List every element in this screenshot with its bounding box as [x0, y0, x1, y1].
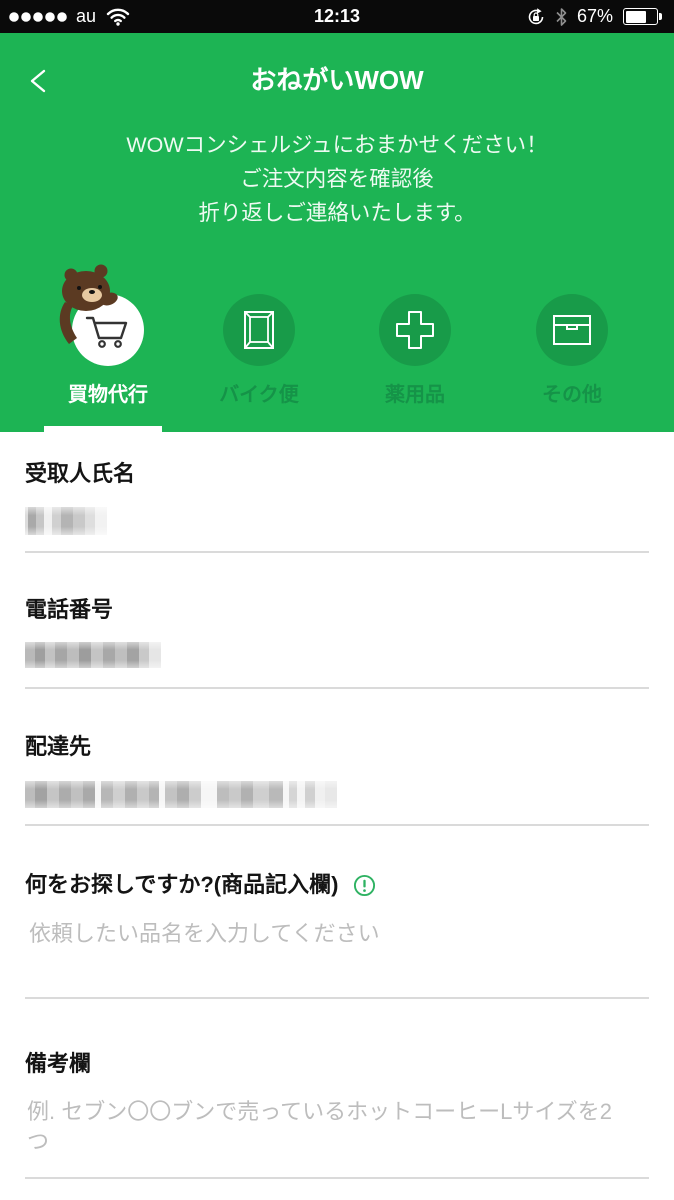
phone-number-field: 電話番号 [0, 597, 674, 727]
tab-icon-circle [379, 294, 451, 366]
item-request-label-row: 何をお探しですか?(商品記入欄) [25, 872, 376, 898]
tab-shopping-proxy[interactable]: 買物代行 [48, 290, 168, 426]
shopping-cart-icon [85, 316, 128, 348]
tab-bike-delivery[interactable]: バイク便 [199, 290, 319, 426]
medical-cross-icon [396, 311, 434, 349]
tab-label: 薬用品 [385, 384, 445, 406]
delivery-address-input[interactable] [25, 768, 649, 822]
tab-medicine[interactable]: 薬用品 [355, 290, 475, 426]
active-tab-indicator [44, 426, 162, 432]
tab-label: 買物代行 [68, 384, 148, 406]
phone-number-input[interactable] [25, 631, 649, 685]
header-description-line: WOWコンシェルジュにおまかせください！ [126, 133, 548, 157]
divider [25, 997, 649, 999]
app-screen: au 12:13 67% おねがいWOW WOWコンシェルジュにおまかせください… [0, 0, 674, 1200]
header: おねがいWOW WOWコンシェルジュにおまかせください！ ご注文内容を確認後 折… [0, 33, 674, 432]
envelope-icon [244, 311, 274, 349]
recipient-name-field: 受取人氏名 [0, 461, 674, 591]
battery-percent: 67% [577, 6, 614, 26]
divider [25, 687, 649, 689]
recipient-name-input[interactable] [25, 495, 649, 549]
clock-time: 12:13 [313, 6, 361, 26]
divider [25, 551, 649, 553]
status-bar: au 12:13 67% [0, 0, 674, 33]
battery-terminal [659, 13, 662, 20]
notes-field: 備考欄 [0, 1051, 674, 1181]
item-request-label: 何をお探しですか?(商品記入欄) [25, 872, 339, 897]
redacted-value [25, 507, 107, 535]
tab-icon-circle [536, 294, 608, 366]
delivery-address-label: 配達先 [25, 734, 92, 759]
recipient-name-label: 受取人氏名 [25, 461, 136, 486]
divider [25, 1177, 649, 1179]
header-description-line: 折り返しご連絡いたします。 [198, 201, 476, 225]
notes-label: 備考欄 [25, 1051, 92, 1076]
divider [25, 824, 649, 826]
header-description-line: ご注文内容を確認後 [240, 167, 434, 191]
tab-icon-circle [72, 294, 144, 366]
page-title: おねがいWOW [250, 65, 424, 95]
item-request-input[interactable] [25, 920, 645, 990]
box-icon [553, 315, 591, 345]
exclamation-circle-icon[interactable] [353, 874, 376, 897]
redacted-value [25, 642, 161, 668]
tab-label: バイク便 [219, 384, 299, 406]
notes-input[interactable] [25, 1097, 631, 1173]
phone-number-label: 電話番号 [25, 597, 114, 622]
tab-icon-circle [223, 294, 295, 366]
bluetooth-icon [556, 8, 567, 26]
battery-level-fill [625, 10, 646, 23]
header-description: WOWコンシェルジュにおまかせください！ ご注文内容を確認後 折り返しご連絡いた… [0, 128, 674, 230]
item-request-field: 何をお探しですか?(商品記入欄) [0, 872, 674, 1002]
rotation-lock-icon [528, 8, 544, 25]
delivery-address-field: 配達先 [0, 734, 674, 864]
redacted-value [25, 781, 337, 808]
tab-label: その他 [542, 384, 602, 406]
tab-other[interactable]: その他 [512, 290, 632, 426]
battery-icon [623, 8, 658, 25]
